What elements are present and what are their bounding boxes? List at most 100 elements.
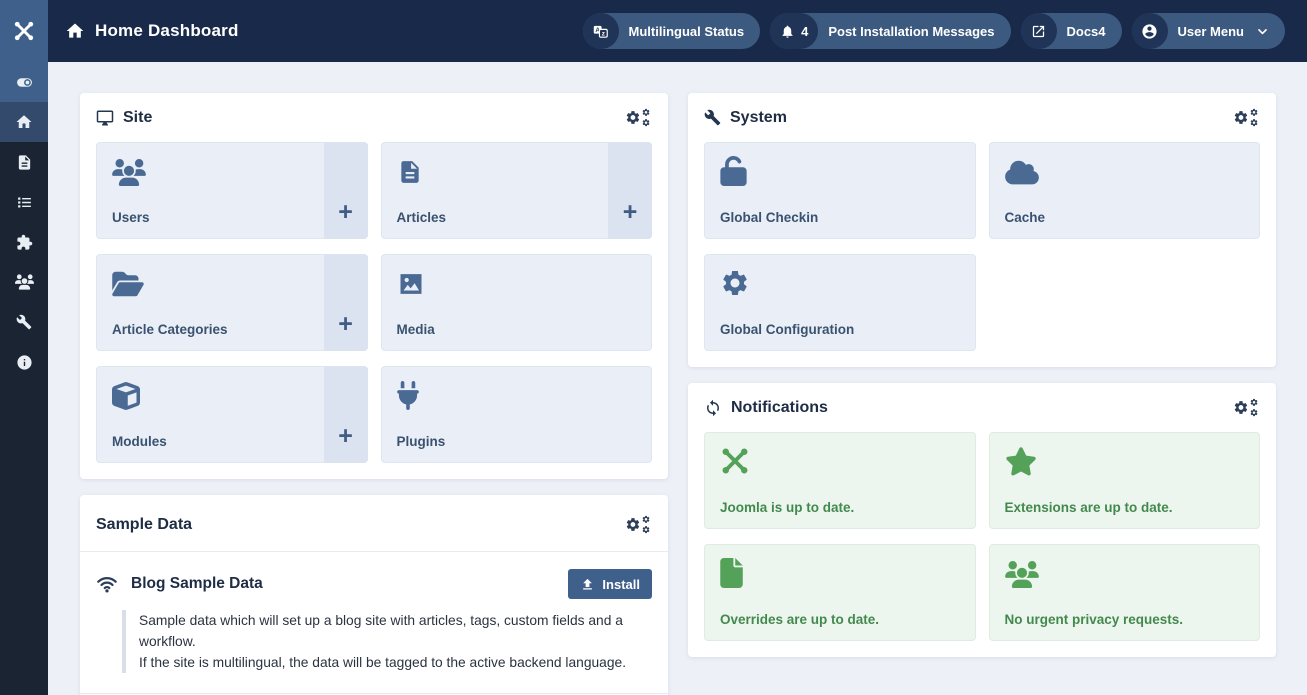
joomla-icon xyxy=(720,446,960,476)
add-user-button[interactable]: + xyxy=(324,142,368,239)
notification-card-privacy[interactable]: No urgent privacy requests. xyxy=(989,544,1261,641)
cogs-icon xyxy=(625,108,652,127)
sidebar-item-toggle-menu[interactable] xyxy=(0,62,48,102)
notification-card-joomla-update[interactable]: Joomla is up to date. xyxy=(704,432,976,529)
panel-title: Notifications xyxy=(731,399,828,417)
messages-count-badge: 4 xyxy=(801,24,808,39)
plug-icon xyxy=(397,380,637,410)
sidebar-item-home[interactable] xyxy=(0,102,48,142)
quick-card-global-checkin[interactable]: Global Checkin xyxy=(704,142,976,239)
notifications-card-grid: Joomla is up to date. Extensions are up … xyxy=(688,430,1276,657)
cogs-icon xyxy=(1233,398,1260,417)
site-panel-header: Site xyxy=(80,93,668,140)
sidebar-item-users[interactable] xyxy=(0,262,48,302)
desktop-icon xyxy=(96,109,114,127)
right-column: System Global Checkin Cache Global Confi… xyxy=(688,93,1276,673)
cogs-icon xyxy=(1233,108,1260,127)
wrench-icon xyxy=(16,314,32,330)
info-icon xyxy=(16,354,33,371)
quick-card-global-configuration[interactable]: Global Configuration xyxy=(704,254,976,351)
file-icon xyxy=(720,558,960,588)
add-category-button[interactable]: + xyxy=(324,254,368,351)
post-installation-messages-button[interactable]: 4 Post Installation Messages xyxy=(770,13,1010,49)
panel-title: System xyxy=(730,109,787,127)
page-title: Home Dashboard xyxy=(95,21,239,41)
chevron-down-icon xyxy=(1256,25,1269,38)
header-bar: Home Dashboard Multilingual Status 4 Pos… xyxy=(0,0,1307,62)
quick-card-article-categories[interactable]: Article Categories + xyxy=(96,254,368,351)
joomla-logo[interactable] xyxy=(0,0,48,62)
notifications-settings-button[interactable] xyxy=(1233,398,1260,417)
blog-sample-data-section: Blog Sample Data Install Sample data whi… xyxy=(80,552,668,694)
sidebar-item-content[interactable] xyxy=(0,142,48,182)
upload-icon xyxy=(580,577,595,592)
add-module-button[interactable]: + xyxy=(324,366,368,463)
puzzle-icon xyxy=(16,234,33,251)
image-icon xyxy=(397,268,637,298)
notification-card-extensions[interactable]: Extensions are up to date. xyxy=(989,432,1261,529)
wrench-icon xyxy=(704,109,721,126)
quick-card-users[interactable]: Users + xyxy=(96,142,368,239)
sidebar xyxy=(0,62,48,695)
breadcrumb: Home Dashboard xyxy=(65,21,239,41)
home-icon xyxy=(65,21,85,41)
users-icon xyxy=(1005,558,1245,588)
external-link-icon xyxy=(1021,13,1057,49)
quick-card-cache[interactable]: Cache xyxy=(989,142,1261,239)
quick-card-articles[interactable]: Articles + xyxy=(381,142,653,239)
system-card-grid: Global Checkin Cache Global Configuratio… xyxy=(688,140,1276,367)
add-article-button[interactable]: + xyxy=(608,142,652,239)
blog-sample-data-title: Blog Sample Data xyxy=(131,575,263,593)
blog-sample-data-head: Blog Sample Data Install xyxy=(96,569,652,599)
sample-data-header: Sample Data xyxy=(80,495,668,552)
sidebar-item-help[interactable] xyxy=(0,342,48,382)
sidebar-item-components[interactable] xyxy=(0,222,48,262)
cloud-icon xyxy=(1005,156,1245,186)
sample-data-settings-button[interactable] xyxy=(625,515,652,534)
cube-icon xyxy=(112,380,352,410)
folder-open-icon xyxy=(112,268,352,298)
sync-icon xyxy=(704,399,722,417)
star-icon xyxy=(1005,446,1245,476)
left-column: Site Users + Articles + Article Categori… xyxy=(80,93,668,695)
bell-icon xyxy=(780,24,795,39)
multilingual-status-button[interactable]: Multilingual Status xyxy=(583,13,761,49)
quick-card-modules[interactable]: Modules + xyxy=(96,366,368,463)
home-icon xyxy=(15,113,33,131)
docs-button[interactable]: Docs4 xyxy=(1021,13,1122,49)
cogs-icon xyxy=(625,515,652,534)
sample-data-description: Sample data which will set up a blog sit… xyxy=(122,610,652,673)
joomla-icon xyxy=(13,20,35,42)
article-icon xyxy=(16,154,33,171)
system-panel: System Global Checkin Cache Global Confi… xyxy=(688,93,1276,367)
panel-title: Sample Data xyxy=(96,516,192,534)
notifications-panel-header: Notifications xyxy=(688,383,1276,430)
sample-data-panel: Sample Data Blog Sample Data Install Sam… xyxy=(80,495,668,695)
users-icon xyxy=(15,274,34,290)
site-card-grid: Users + Articles + Article Categories + … xyxy=(80,140,668,479)
quick-card-media[interactable]: Media xyxy=(381,254,653,351)
site-settings-button[interactable] xyxy=(625,108,652,127)
system-panel-header: System xyxy=(688,93,1276,140)
sidebar-item-system[interactable] xyxy=(0,302,48,342)
unlock-icon xyxy=(720,156,960,186)
system-settings-button[interactable] xyxy=(1233,108,1260,127)
quick-card-plugins[interactable]: Plugins xyxy=(381,366,653,463)
notifications-panel: Notifications Joomla is up to date. Exte… xyxy=(688,383,1276,657)
toggle-icon xyxy=(15,73,34,92)
user-circle-icon xyxy=(1132,13,1168,49)
install-button[interactable]: Install xyxy=(568,569,652,599)
site-panel: Site Users + Articles + Article Categori… xyxy=(80,93,668,479)
language-icon xyxy=(583,13,619,49)
wifi-icon xyxy=(96,573,118,595)
user-menu-button[interactable]: User Menu xyxy=(1132,13,1285,49)
panel-title: Site xyxy=(123,109,152,127)
gear-icon xyxy=(720,268,960,298)
main-content: Site Users + Articles + Article Categori… xyxy=(48,62,1307,695)
list-icon xyxy=(16,194,33,211)
article-icon xyxy=(397,156,637,186)
users-icon xyxy=(112,156,352,186)
header-actions: Multilingual Status 4 Post Installation … xyxy=(583,13,1285,49)
sidebar-item-menus[interactable] xyxy=(0,182,48,222)
notification-card-overrides[interactable]: Overrides are up to date. xyxy=(704,544,976,641)
